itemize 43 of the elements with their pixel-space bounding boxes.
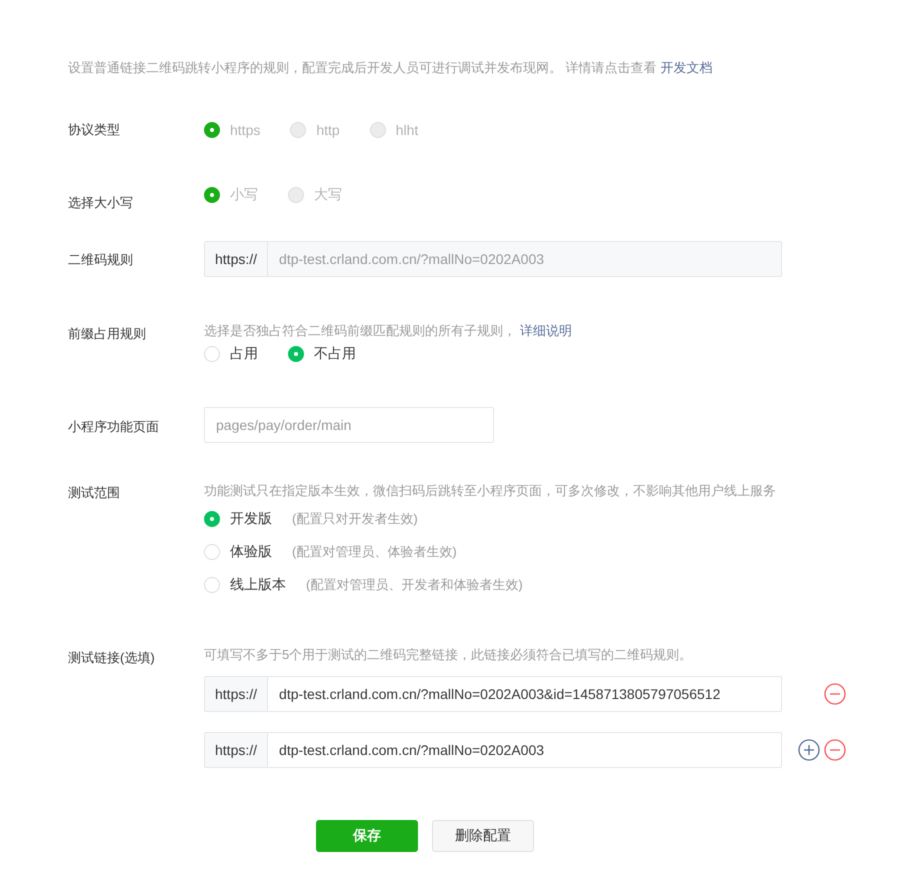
radio-label: 小写 <box>230 186 258 204</box>
minus-circle-icon <box>824 739 846 761</box>
prefix-text: https:// <box>205 242 268 276</box>
radio-button[interactable] <box>204 510 220 526</box>
hint-text: 选择是否独占符合二维码前缀匹配规则的所有子规则， 详细说明 <box>204 322 573 340</box>
input-field[interactable]: pages/pay/order/main <box>205 408 493 442</box>
field-label: 前缀占用规则 <box>68 325 146 343</box>
docs-link[interactable]: 开发文档 <box>660 60 713 75</box>
radio-label: hlht <box>396 122 418 138</box>
field-label: 选择大小写 <box>68 194 133 212</box>
remove-button[interactable] <box>824 683 846 705</box>
radio-label: 不占用 <box>314 345 356 363</box>
radio-label: 大写 <box>314 186 342 204</box>
remove-button[interactable] <box>824 739 846 761</box>
minus-circle-icon <box>824 683 846 705</box>
prefix-text: https:// <box>205 677 268 711</box>
field-label: 小程序功能页面 <box>68 418 159 436</box>
details-link[interactable]: 详细说明 <box>520 323 572 338</box>
radio-label: 开发版 <box>230 510 272 526</box>
input-field[interactable]: dtp-test.crland.com.cn/?mallNo=0202A003&id=1458713805797056512 <box>268 677 781 711</box>
field-label: 协议类型 <box>68 121 120 139</box>
delete-config-button[interactable]: 删除配置 <box>432 820 534 852</box>
option-note: (配置对管理员、开发者和体验者生效) <box>306 576 523 594</box>
intro-text: 设置普通链接二维码跳转小程序的规则，配置完成后开发人员可进行调试并发布现网。 详情请点击查看 开发文档 <box>68 59 714 77</box>
input-field[interactable]: dtp-test.crland.com.cn/?mallNo=0202A003 <box>268 733 781 767</box>
option-note: (配置对管理员、体验者生效) <box>292 542 457 560</box>
radio-button[interactable] <box>288 346 304 362</box>
radio-label: http <box>316 122 340 138</box>
radio-label: 体验版 <box>230 542 272 558</box>
hint-text: 可填写不多于5个用于测试的二维码完整链接，此链接必须符合已填写的二维码规则。 <box>204 646 694 664</box>
test-link-field[interactable]: https:// dtp-test.crland.com.cn/?mallNo=0202A003&id=1458713805797056512 <box>204 676 782 712</box>
add-button[interactable] <box>798 739 820 761</box>
radio-label: https <box>230 122 260 138</box>
radio-label: 占用 <box>230 345 258 363</box>
hint-text: 功能测试只在指定版本生效，微信扫码后跳转至小程序页面，可多次修改，不影响其他用户线上服务 <box>204 482 777 500</box>
field-label: 测试链接(选填) <box>68 649 155 667</box>
radio-label: 线上版本 <box>230 576 286 592</box>
option-note: (配置只对开发者生效) <box>292 510 418 528</box>
prefix-text: https:// <box>205 733 268 767</box>
test-link-field[interactable]: https:// dtp-test.crland.com.cn/?mallNo=0202A003 <box>204 732 782 768</box>
field-label: 二维码规则 <box>68 251 133 269</box>
field-label: 测试范围 <box>68 484 120 502</box>
plus-circle-icon <box>798 739 820 761</box>
